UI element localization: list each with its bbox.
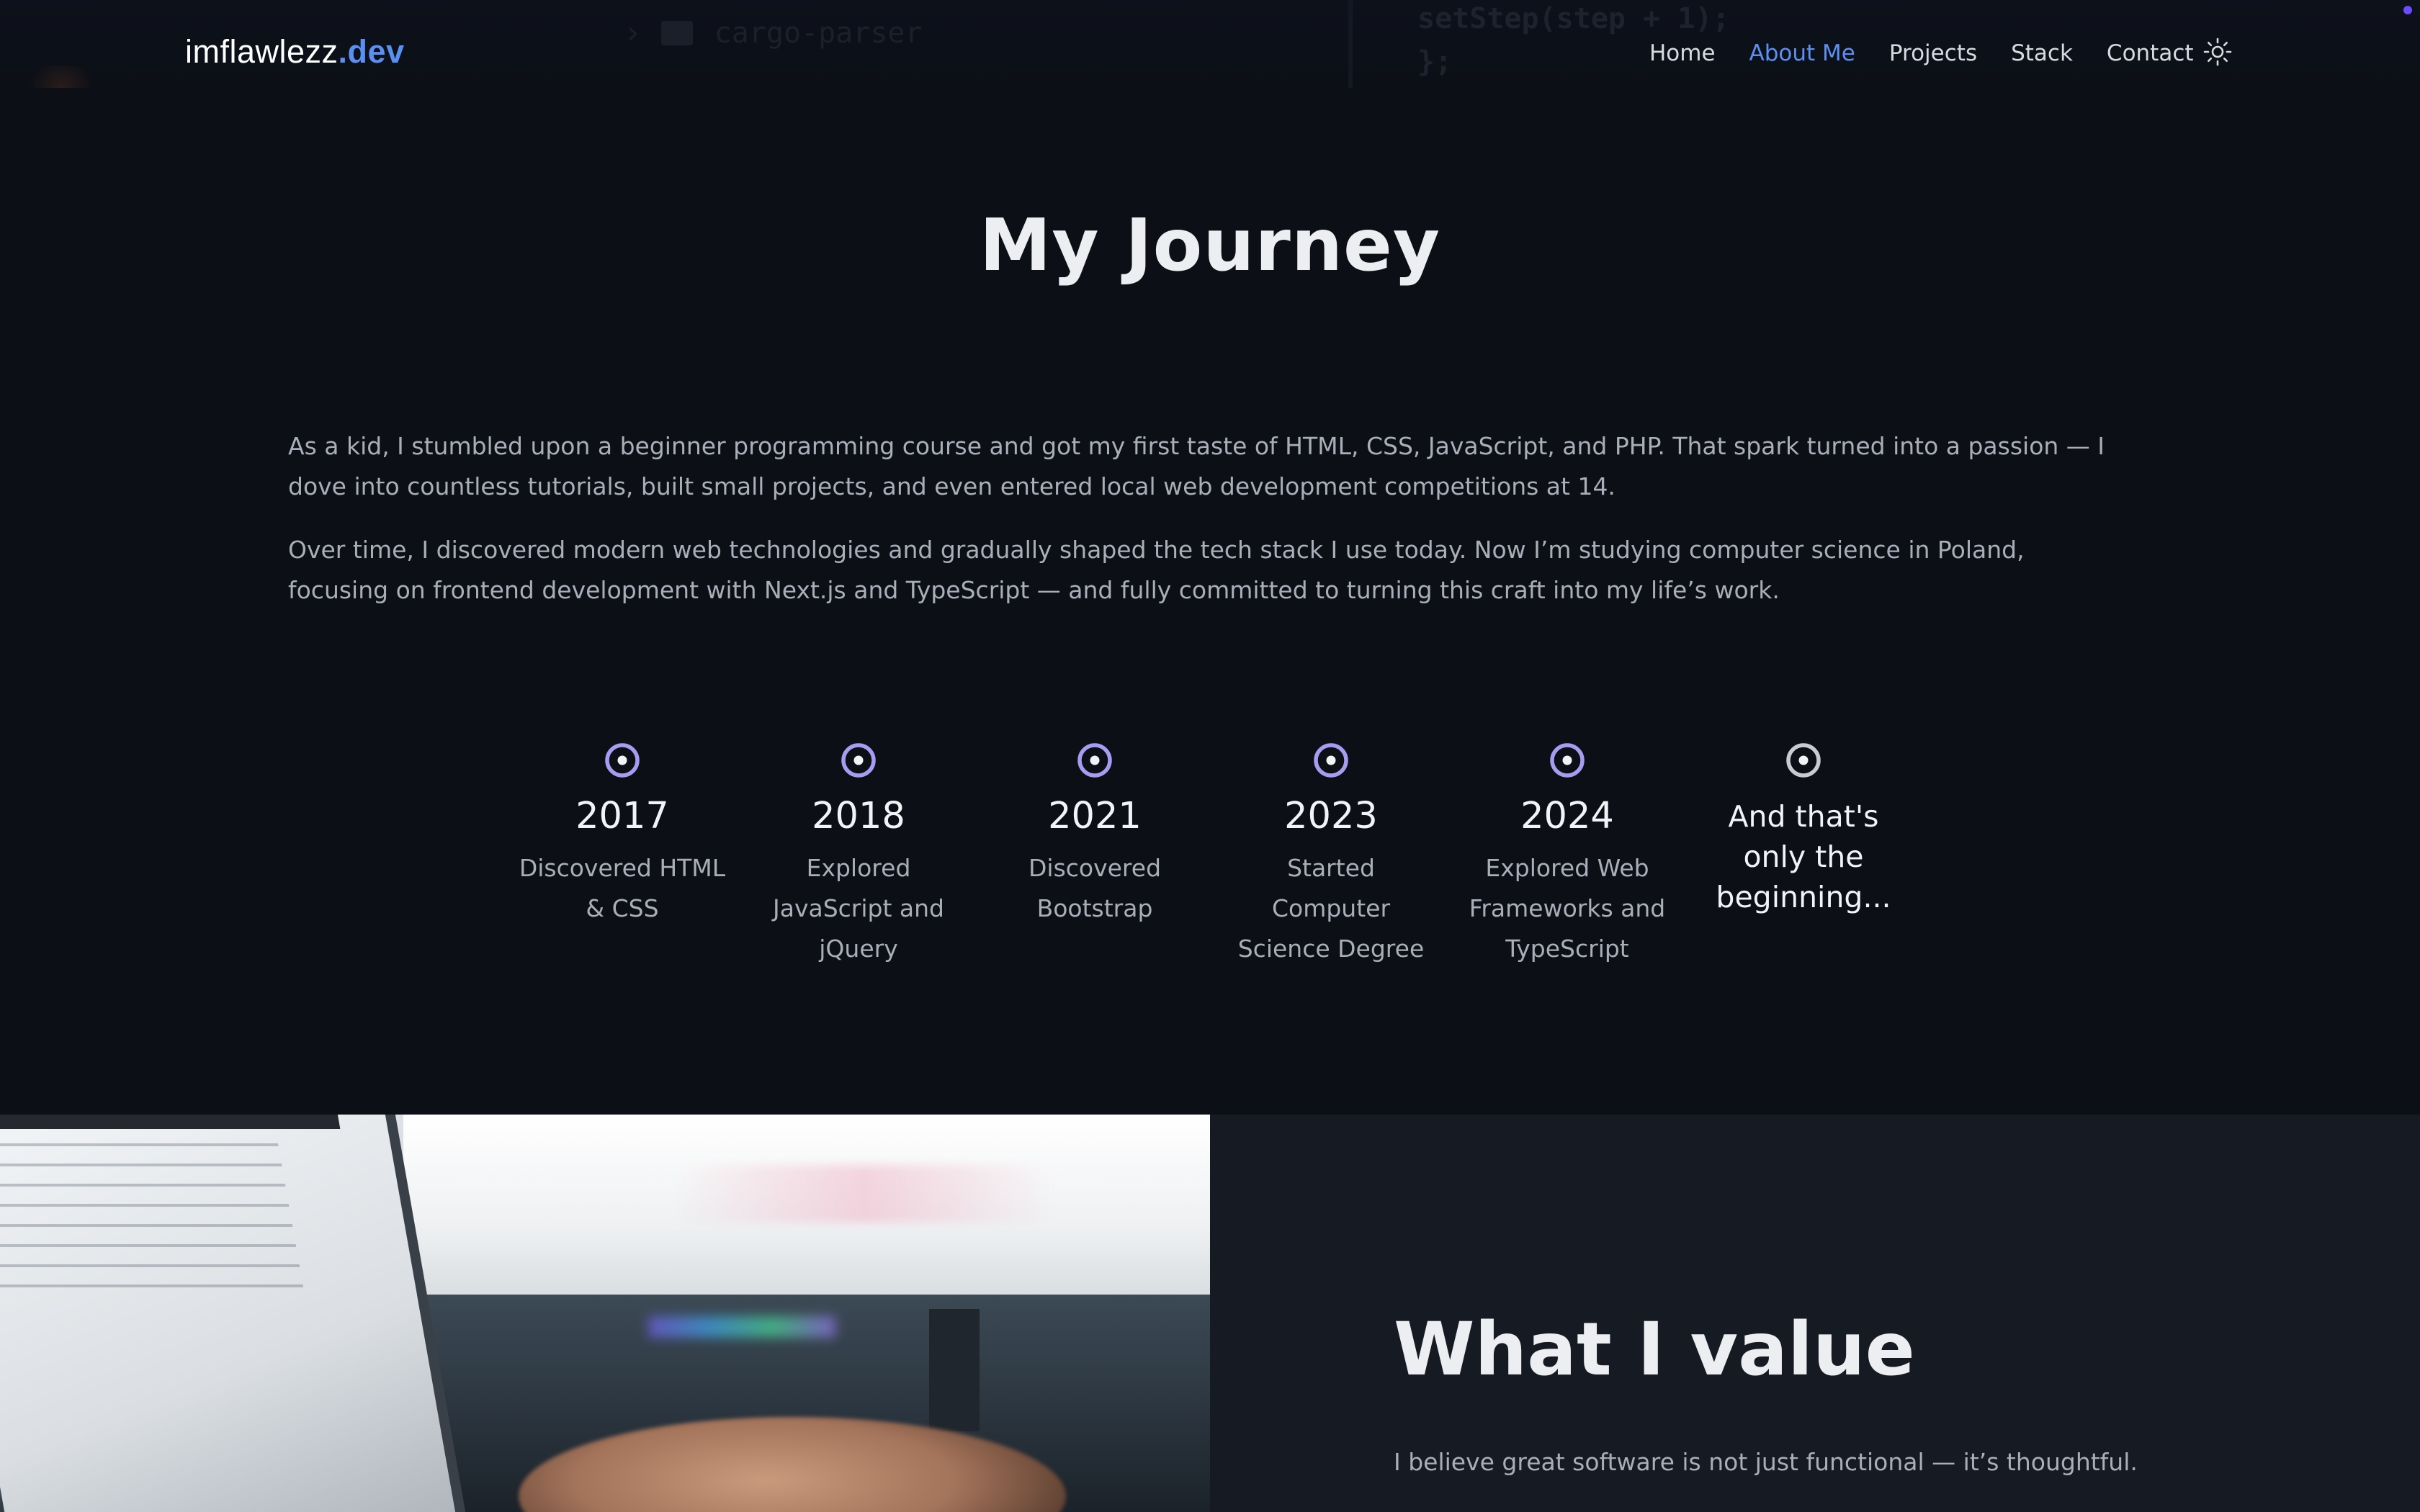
photo-laptop-menubar: [0, 1115, 341, 1129]
background-panel-divider: [1348, 0, 1353, 88]
photo-monitor-stand: [929, 1309, 980, 1431]
site-logo[interactable]: imflawlezz.dev: [185, 33, 405, 71]
nav-link-home[interactable]: Home: [1649, 40, 1716, 66]
theme-toggle-button[interactable]: [2202, 37, 2233, 67]
journey-story: As a kid, I stumbled upon a beginner pro…: [288, 426, 2132, 634]
timeline-year: 2017: [575, 795, 669, 837]
timeline-description: Discovered HTML & CSS: [519, 854, 726, 922]
timeline-item-final: And that's only the beginning...: [1685, 742, 1922, 969]
timeline: 2017 Discovered HTML & CSS 2018 Explored…: [504, 742, 1922, 969]
photo-monitor-glow: [677, 1165, 1052, 1223]
cursor-dot: [2403, 6, 2412, 14]
timeline-dot-icon: [1077, 743, 1112, 778]
logo-text: imflawlezz: [185, 33, 339, 70]
nav-link-projects[interactable]: Projects: [1889, 40, 1977, 66]
top-nav: › cargo-parser setStep(step + 1); }; imf…: [0, 0, 2420, 88]
sun-icon: [2203, 37, 2232, 66]
nav-links: Home About Me Projects Stack Contact: [1649, 40, 2228, 66]
timeline-dot-icon: [1786, 743, 1821, 778]
background-blur-decoration: [22, 66, 101, 88]
values-text: I believe great software is not just fun…: [1394, 1448, 2138, 1476]
timeline-item: 2018 Explored JavaScript and jQuery: [740, 742, 977, 969]
timeline-description: Started Computer Science Degree: [1237, 854, 1425, 963]
background-folder-decoration: › cargo-parser: [627, 14, 923, 51]
background-code-line: setStep(step + 1);: [1417, 2, 1730, 35]
story-paragraph: Over time, I discovered modern web techn…: [288, 536, 2025, 604]
workspace-photo: [0, 1115, 1210, 1512]
chevron-right-icon: ›: [627, 14, 640, 51]
timeline-item: 2021 Discovered Bootstrap: [977, 742, 1213, 969]
nav-link-stack[interactable]: Stack: [2011, 40, 2073, 66]
journey-title: My Journey: [979, 203, 1441, 287]
timeline-item: 2023 Started Computer Science Degree: [1213, 742, 1449, 969]
timeline-description: Explored JavaScript and jQuery: [773, 854, 944, 963]
timeline-item: 2024 Explored Web Frameworks and TypeScr…: [1449, 742, 1685, 969]
timeline-dot-icon: [1314, 743, 1348, 778]
photo-laptop: [0, 1115, 470, 1512]
timeline-year: 2023: [1284, 795, 1378, 837]
timeline-dot-icon: [605, 743, 640, 778]
timeline-year: 2024: [1520, 795, 1614, 837]
timeline-final-text: And that's only the beginning...: [1716, 799, 1891, 914]
background-code-line: };: [1417, 45, 1453, 78]
background-folder-name: cargo-parser: [714, 16, 923, 50]
story-paragraph: As a kid, I stumbled upon a beginner pro…: [288, 432, 2105, 500]
timeline-dot-icon: [1550, 743, 1585, 778]
nav-link-about-me[interactable]: About Me: [1749, 40, 1855, 66]
photo-keyboard-lights: [648, 1316, 835, 1338]
timeline-dot-icon: [841, 743, 876, 778]
logo-accent: .dev: [338, 33, 405, 70]
page: › cargo-parser setStep(step + 1); }; imf…: [0, 0, 2420, 1512]
folder-icon: [660, 20, 693, 45]
timeline-item: 2017 Discovered HTML & CSS: [504, 742, 740, 969]
timeline-year: 2021: [1048, 795, 1142, 837]
timeline-description: Explored Web Frameworks and TypeScript: [1469, 854, 1666, 963]
values-title: What I value: [1394, 1307, 1915, 1392]
timeline-year: 2018: [812, 795, 905, 837]
timeline-description: Discovered Bootstrap: [1028, 854, 1162, 922]
nav-link-contact[interactable]: Contact: [2107, 40, 2194, 66]
photo-laptop-content: [0, 1143, 304, 1287]
